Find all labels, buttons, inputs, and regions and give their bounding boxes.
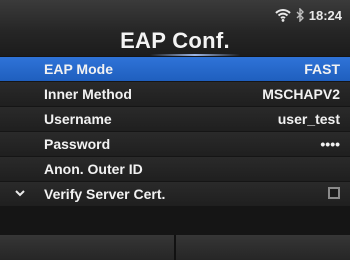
status-area: 18:24 [275,6,342,24]
title-underline [150,54,240,56]
menu-item-value: FAST [304,61,340,77]
menu-item-label: Anon. Outer ID [44,161,143,177]
wifi-icon [275,8,291,22]
menu-item-label: EAP Mode [44,61,113,77]
verify-server-cert-checkbox[interactable] [328,187,340,199]
menu-item-label: Password [44,136,111,152]
menu-item-value: •••• [320,136,340,152]
settings-list: EAP Mode FAST Inner Method MSCHAPV2 User… [0,57,350,207]
menu-item-verify-server-cert[interactable]: Verify Server Cert. [0,182,350,206]
bluetooth-icon [295,8,305,22]
menu-item-password[interactable]: Password •••• [0,132,350,156]
page-title: EAP Conf. [120,28,230,53]
menu-item-inner-method[interactable]: Inner Method MSCHAPV2 [0,82,350,106]
header-bar: 18:24 EAP Conf. [0,0,350,56]
menu-item-label: Username [44,111,112,127]
menu-item-eap-mode[interactable]: EAP Mode FAST [0,57,350,81]
chevron-down-icon [14,186,26,202]
menu-item-value: MSCHAPV2 [262,86,340,102]
printer-settings-screen: 18:24 EAP Conf. EAP Mode FAST Inner Meth… [0,0,350,260]
menu-item-label: Inner Method [44,86,132,102]
menu-item-value: user_test [277,111,340,127]
softkey-divider [174,235,176,260]
menu-item-label: Verify Server Cert. [44,186,166,202]
softkey-bar [0,235,350,260]
clock-time: 18:24 [308,7,342,23]
menu-item-username[interactable]: Username user_test [0,107,350,131]
menu-item-anon-outer-id[interactable]: Anon. Outer ID [0,157,350,181]
